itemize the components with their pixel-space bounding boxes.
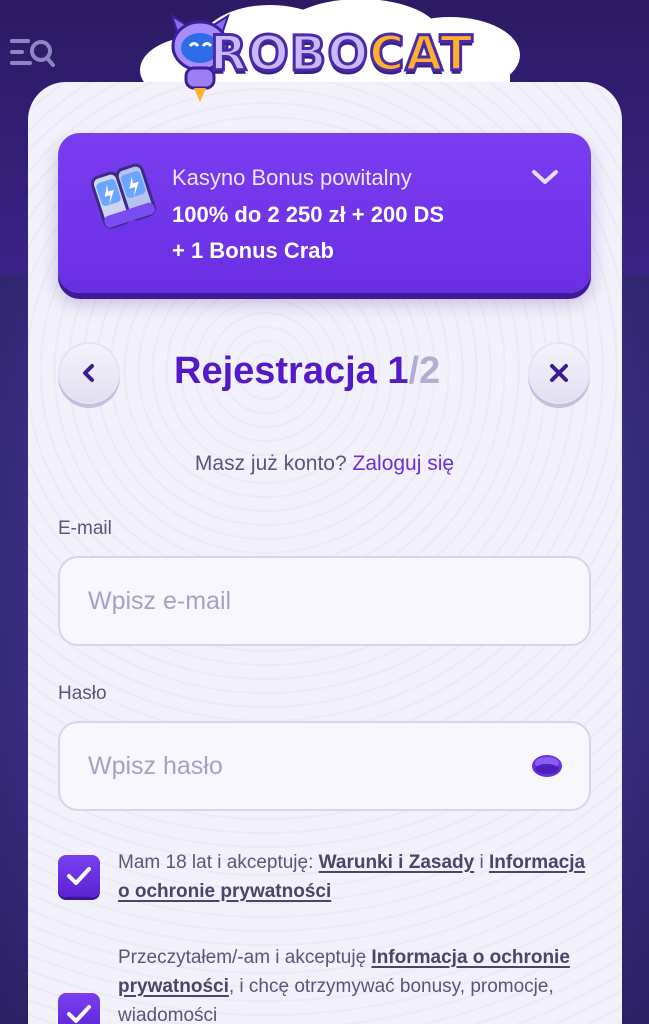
email-field[interactable] [58,556,591,646]
password-field[interactable] [58,721,591,811]
terms-link[interactable]: Warunki i Zasady [319,852,475,873]
terms-checkbox[interactable] [58,855,100,897]
chevron-left-icon [83,364,94,382]
back-button[interactable] [58,342,120,404]
close-button[interactable] [528,342,590,404]
marketing-checkbox[interactable] [58,993,100,1024]
login-prompt: Masz już konto? Zaloguj się [194,452,455,475]
terms-consent-text: Mam 18 lat i akceptuję: Warunki i Zasady… [118,852,586,902]
close-icon [550,364,568,382]
logo-wordmark: ROBOCAT [208,25,474,84]
checkmark-icon [67,1005,91,1023]
bonus-offer-line-1: 100% do 2 250 zł + 200 DS [172,202,445,227]
password-label: Hasło [58,683,107,704]
marketing-consent-text: Przeczytałem/-am i akceptuję Informacja … [118,947,570,1024]
login-link[interactable]: Zaloguj się [353,452,455,475]
bonus-offer-line-2: + 1 Bonus Crab [172,238,334,263]
step-total: 2 [419,350,441,392]
checkmark-icon [67,867,91,885]
bonus-title: Kasyno Bonus powitalny [172,165,412,190]
eye-icon[interactable] [530,752,564,780]
menu-search-icon[interactable] [10,36,56,70]
battery-bonus-icon [90,163,156,229]
page-title: Rejestracja 1/2 [174,350,441,392]
step-current: 1 [387,350,409,392]
chevron-down-icon[interactable] [530,166,560,188]
email-label: E-mail [58,518,112,539]
